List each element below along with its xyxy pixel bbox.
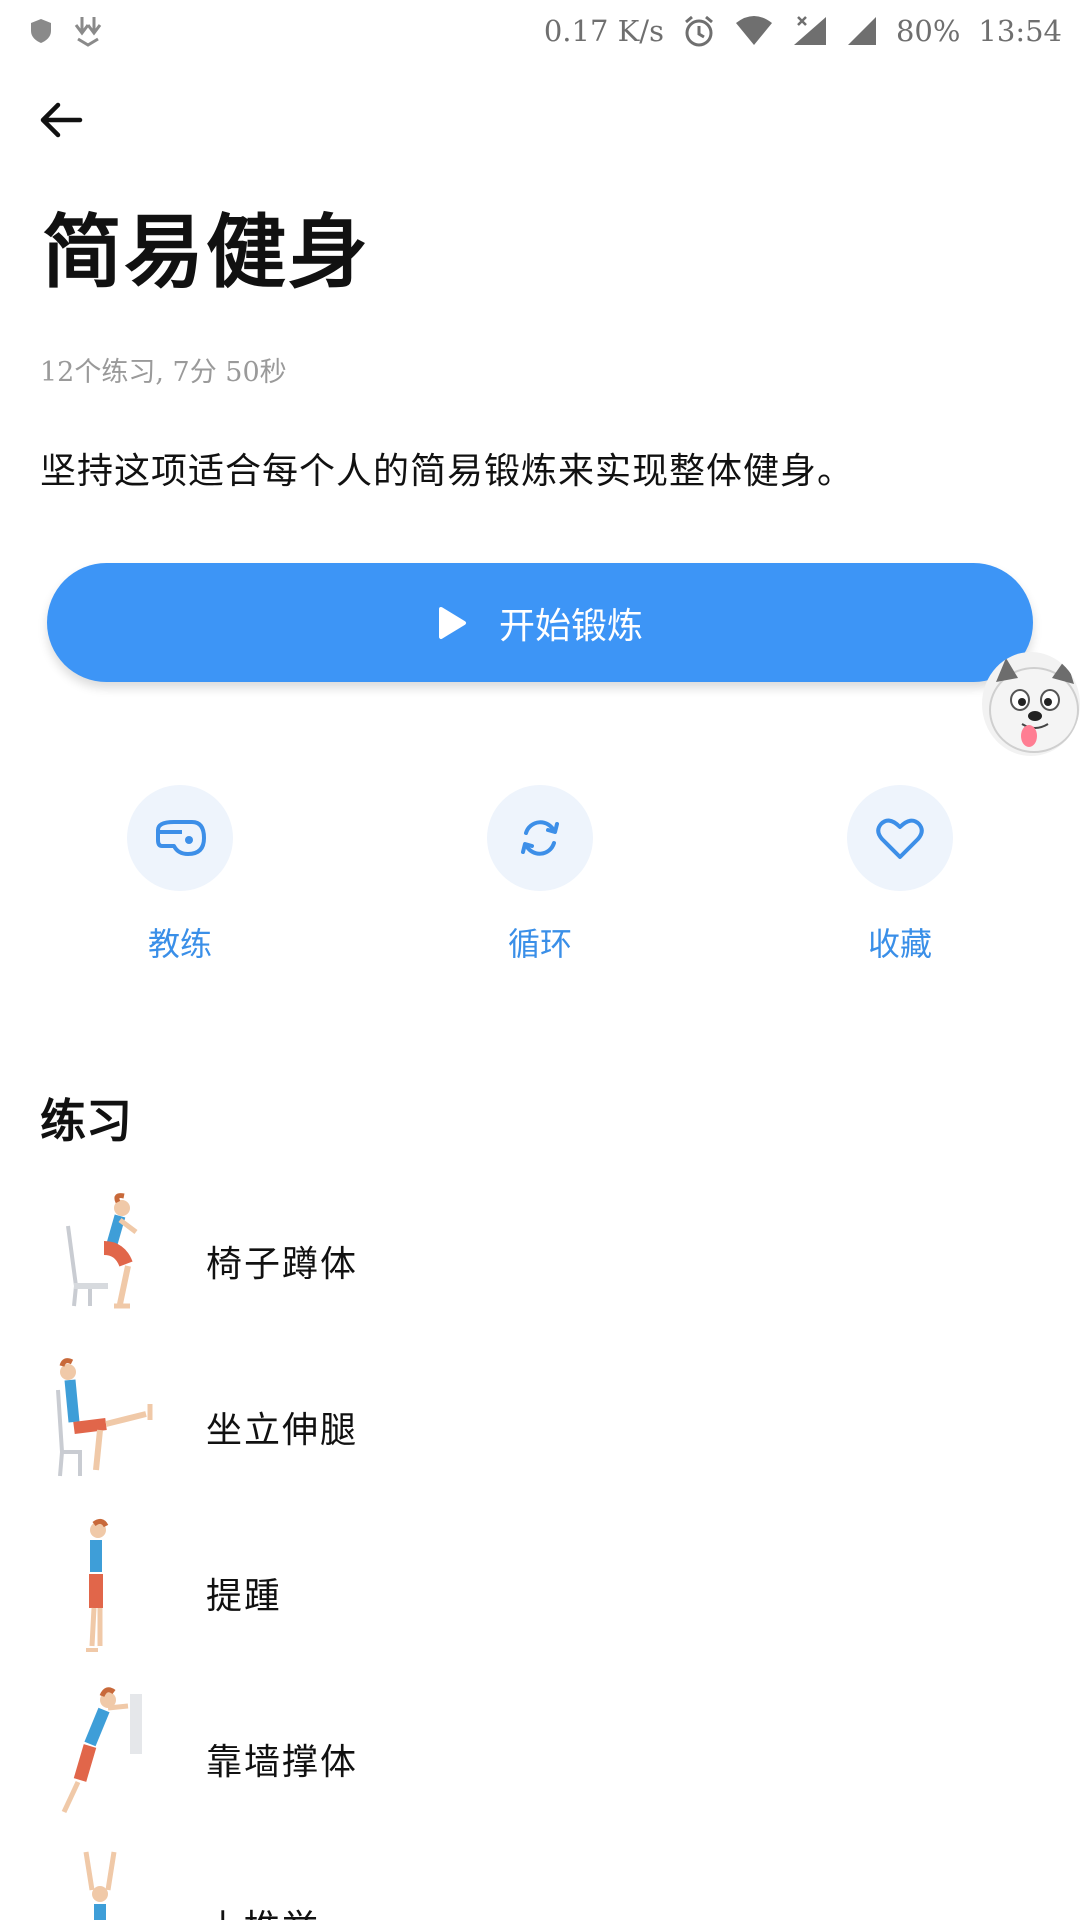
- signal-2-icon: [846, 15, 878, 47]
- whistle-icon: [156, 820, 206, 856]
- start-workout-button[interactable]: 开始锻炼: [47, 563, 1033, 682]
- floating-mascot-button[interactable]: [982, 652, 1080, 756]
- coach-button[interactable]: 教练: [80, 785, 280, 965]
- exercise-name: 坐立伸腿: [206, 1410, 359, 1451]
- download-icon: [72, 15, 112, 47]
- status-bar: 0.17 K/s 80% 13:54: [0, 0, 1080, 62]
- exercise-name: 上推举: [206, 1899, 320, 1920]
- repeat-icon-circle: [487, 785, 593, 891]
- exercise-list: 椅子蹲体 坐立伸腿 提踵 靠墙撑体: [0, 1178, 1080, 1920]
- overhead-press-illustration: [83, 1851, 117, 1920]
- exercise-item[interactable]: 上推举: [0, 1842, 1080, 1920]
- coach-icon-circle: [127, 785, 233, 891]
- exercises-heading: 练习: [40, 1094, 132, 1148]
- action-row: 教练 循环 收藏: [0, 785, 1080, 965]
- dog-mascot-icon: [989, 658, 1079, 753]
- wall-pushup-illustration: [61, 1687, 142, 1814]
- repeat-button[interactable]: 循环: [440, 785, 640, 965]
- alarm-icon: [682, 14, 716, 48]
- heart-icon: [876, 818, 924, 859]
- back-button[interactable]: [38, 100, 98, 150]
- exercise-name: 椅子蹲体: [206, 1244, 359, 1285]
- play-icon: [438, 606, 466, 639]
- seated-leg-extension-illustration: [56, 1358, 153, 1477]
- battery-level: 80%: [895, 14, 961, 48]
- exercise-name: 提踵: [206, 1576, 283, 1617]
- coach-label: 教练: [147, 925, 212, 963]
- signal-icon: [792, 15, 828, 47]
- exercise-name: 靠墙撑体: [206, 1742, 359, 1783]
- exercise-item[interactable]: 靠墙撑体: [0, 1676, 1080, 1842]
- workout-summary: 12个练习, 7分 50秒: [40, 357, 287, 388]
- exercise-item[interactable]: 坐立伸腿: [0, 1344, 1080, 1510]
- repeat-icon: [521, 820, 559, 856]
- workout-description: 坚持这项适合每个人的简易锻炼来实现整体健身。: [40, 451, 855, 492]
- exercise-item[interactable]: 椅子蹲体: [0, 1178, 1080, 1344]
- workout-detail-screen: 0.17 K/s 80% 13:54 简易健身 12个练习, 7分 50秒 坚持…: [0, 0, 1080, 1920]
- wifi-icon: [734, 15, 774, 47]
- exercise-item[interactable]: 提踵: [0, 1510, 1080, 1676]
- net-speed: 0.17 K/s: [543, 14, 664, 48]
- start-workout-label: 开始锻炼: [498, 605, 643, 647]
- page-title: 简易健身: [42, 205, 370, 299]
- calf-raise-illustration: [86, 1518, 109, 1652]
- repeat-label: 循环: [507, 925, 572, 963]
- favorite-button[interactable]: 收藏: [800, 785, 1000, 965]
- favorite-icon-circle: [847, 785, 953, 891]
- shield-icon: [28, 17, 54, 45]
- chair-squat-illustration: [66, 1193, 138, 1309]
- clock: 13:54: [978, 14, 1062, 48]
- back-arrow-icon: [40, 102, 83, 138]
- favorite-label: 收藏: [867, 925, 932, 963]
